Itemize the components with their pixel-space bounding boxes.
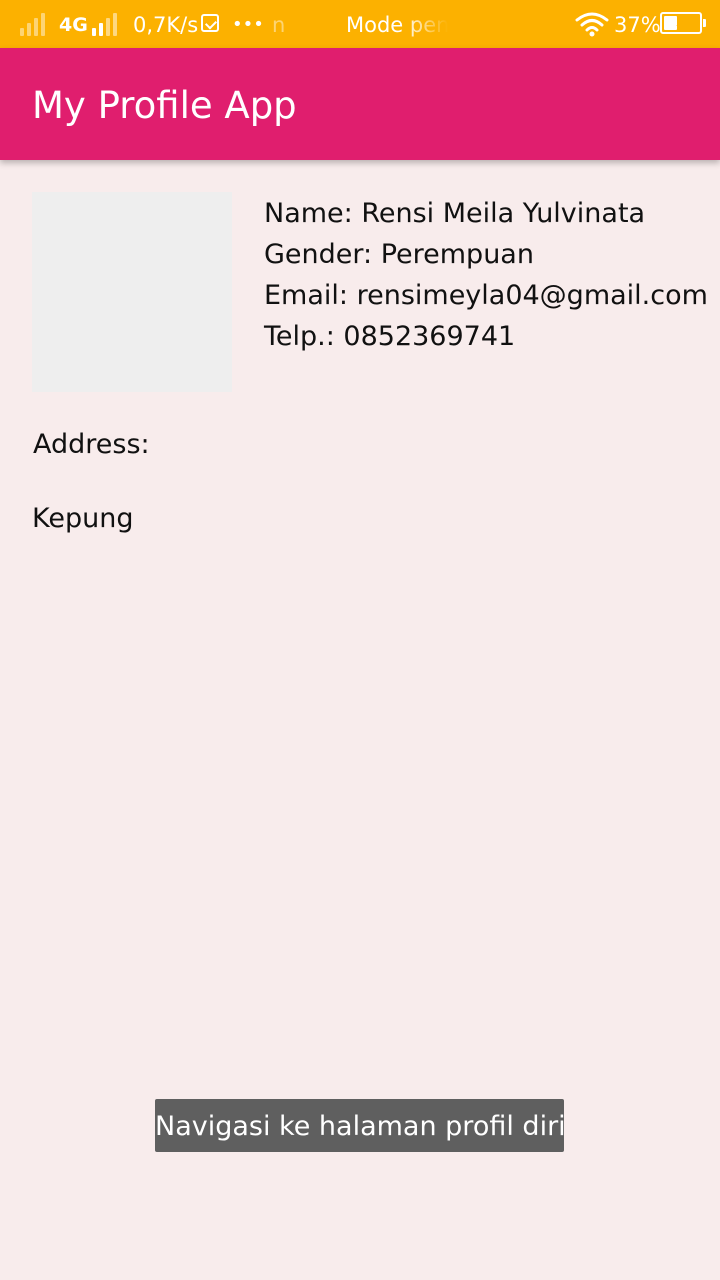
profile-photo [32, 192, 232, 392]
address-value: Kepung [32, 503, 134, 534]
signal-sim1-icon [20, 12, 50, 36]
app-title: My Profile App [32, 84, 297, 127]
toast-message: Navigasi ke halaman profil diri [155, 1099, 564, 1152]
wifi-icon [575, 12, 609, 37]
mode-status-text: Mode pen [346, 13, 448, 37]
battery-percent-label: 37% [614, 13, 661, 37]
profile-email: Email: rensimeyla04@gmail.com [264, 280, 708, 311]
network-type-label: 4G [59, 14, 88, 36]
profile-phone: Telp.: 0852369741 [264, 321, 516, 352]
more-notifications-icon: ••• [232, 14, 264, 35]
app-bar: My Profile App [0, 48, 720, 160]
address-label: Address: [33, 429, 150, 460]
message-notification-icon [201, 14, 219, 32]
network-speed-label: 0,7K/s [133, 13, 199, 37]
battery-charging-icon: ⚡ [660, 11, 706, 34]
signal-sim2-icon [92, 12, 122, 36]
status-bar: 4G 0,7K/s ••• n Mode pen 37% ⚡ [0, 0, 720, 48]
profile-gender: Gender: Perempuan [264, 239, 534, 270]
notification-fragment-text: n [272, 13, 286, 37]
profile-name: Name: Rensi Meila Yulvinata [264, 198, 646, 229]
